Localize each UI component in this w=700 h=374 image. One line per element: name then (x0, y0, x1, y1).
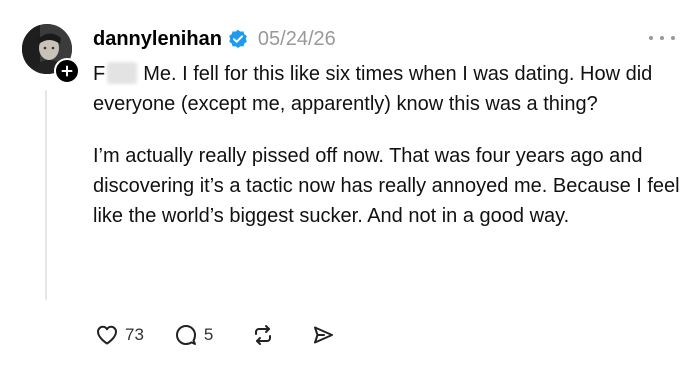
comment-icon (175, 325, 196, 345)
reply-count: 5 (203, 325, 214, 344)
post-body: F Me. I fell for this like six times when… (93, 59, 683, 231)
post-paragraph: F Me. I fell for this like six times when… (93, 59, 683, 119)
username[interactable]: dannylenihan (93, 28, 222, 51)
threads-post: dannylenihan 05/24/26 F Me. I fell for th… (0, 0, 700, 374)
verified-badge-icon (228, 29, 248, 49)
post-paragraph: I’m actually really pissed off now. That… (93, 145, 680, 227)
more-dots-icon (671, 36, 675, 40)
heart-icon (97, 325, 117, 345)
share-button[interactable] (311, 323, 335, 347)
repost-button[interactable] (251, 323, 275, 347)
follow-button[interactable] (54, 58, 80, 84)
like-count: 73 (125, 325, 144, 344)
more-options-button[interactable] (649, 30, 675, 46)
repost-icon (255, 325, 272, 345)
like-button[interactable]: 73 (95, 323, 144, 347)
reply-button[interactable]: 5 (174, 323, 213, 347)
censored-word-lead: F (93, 63, 106, 85)
send-icon (314, 326, 334, 344)
more-dots-icon (649, 36, 653, 40)
more-dots-icon (660, 36, 664, 40)
post-date: 05/24/26 (257, 27, 336, 50)
post-text: Me. I fell for this like six times when … (93, 63, 653, 115)
plus-icon (61, 65, 73, 77)
post-header: dannylenihan 05/24/26 (93, 25, 336, 53)
action-bar: 73 5 (95, 320, 335, 350)
censored-blur (107, 62, 138, 84)
thread-line (45, 90, 47, 300)
